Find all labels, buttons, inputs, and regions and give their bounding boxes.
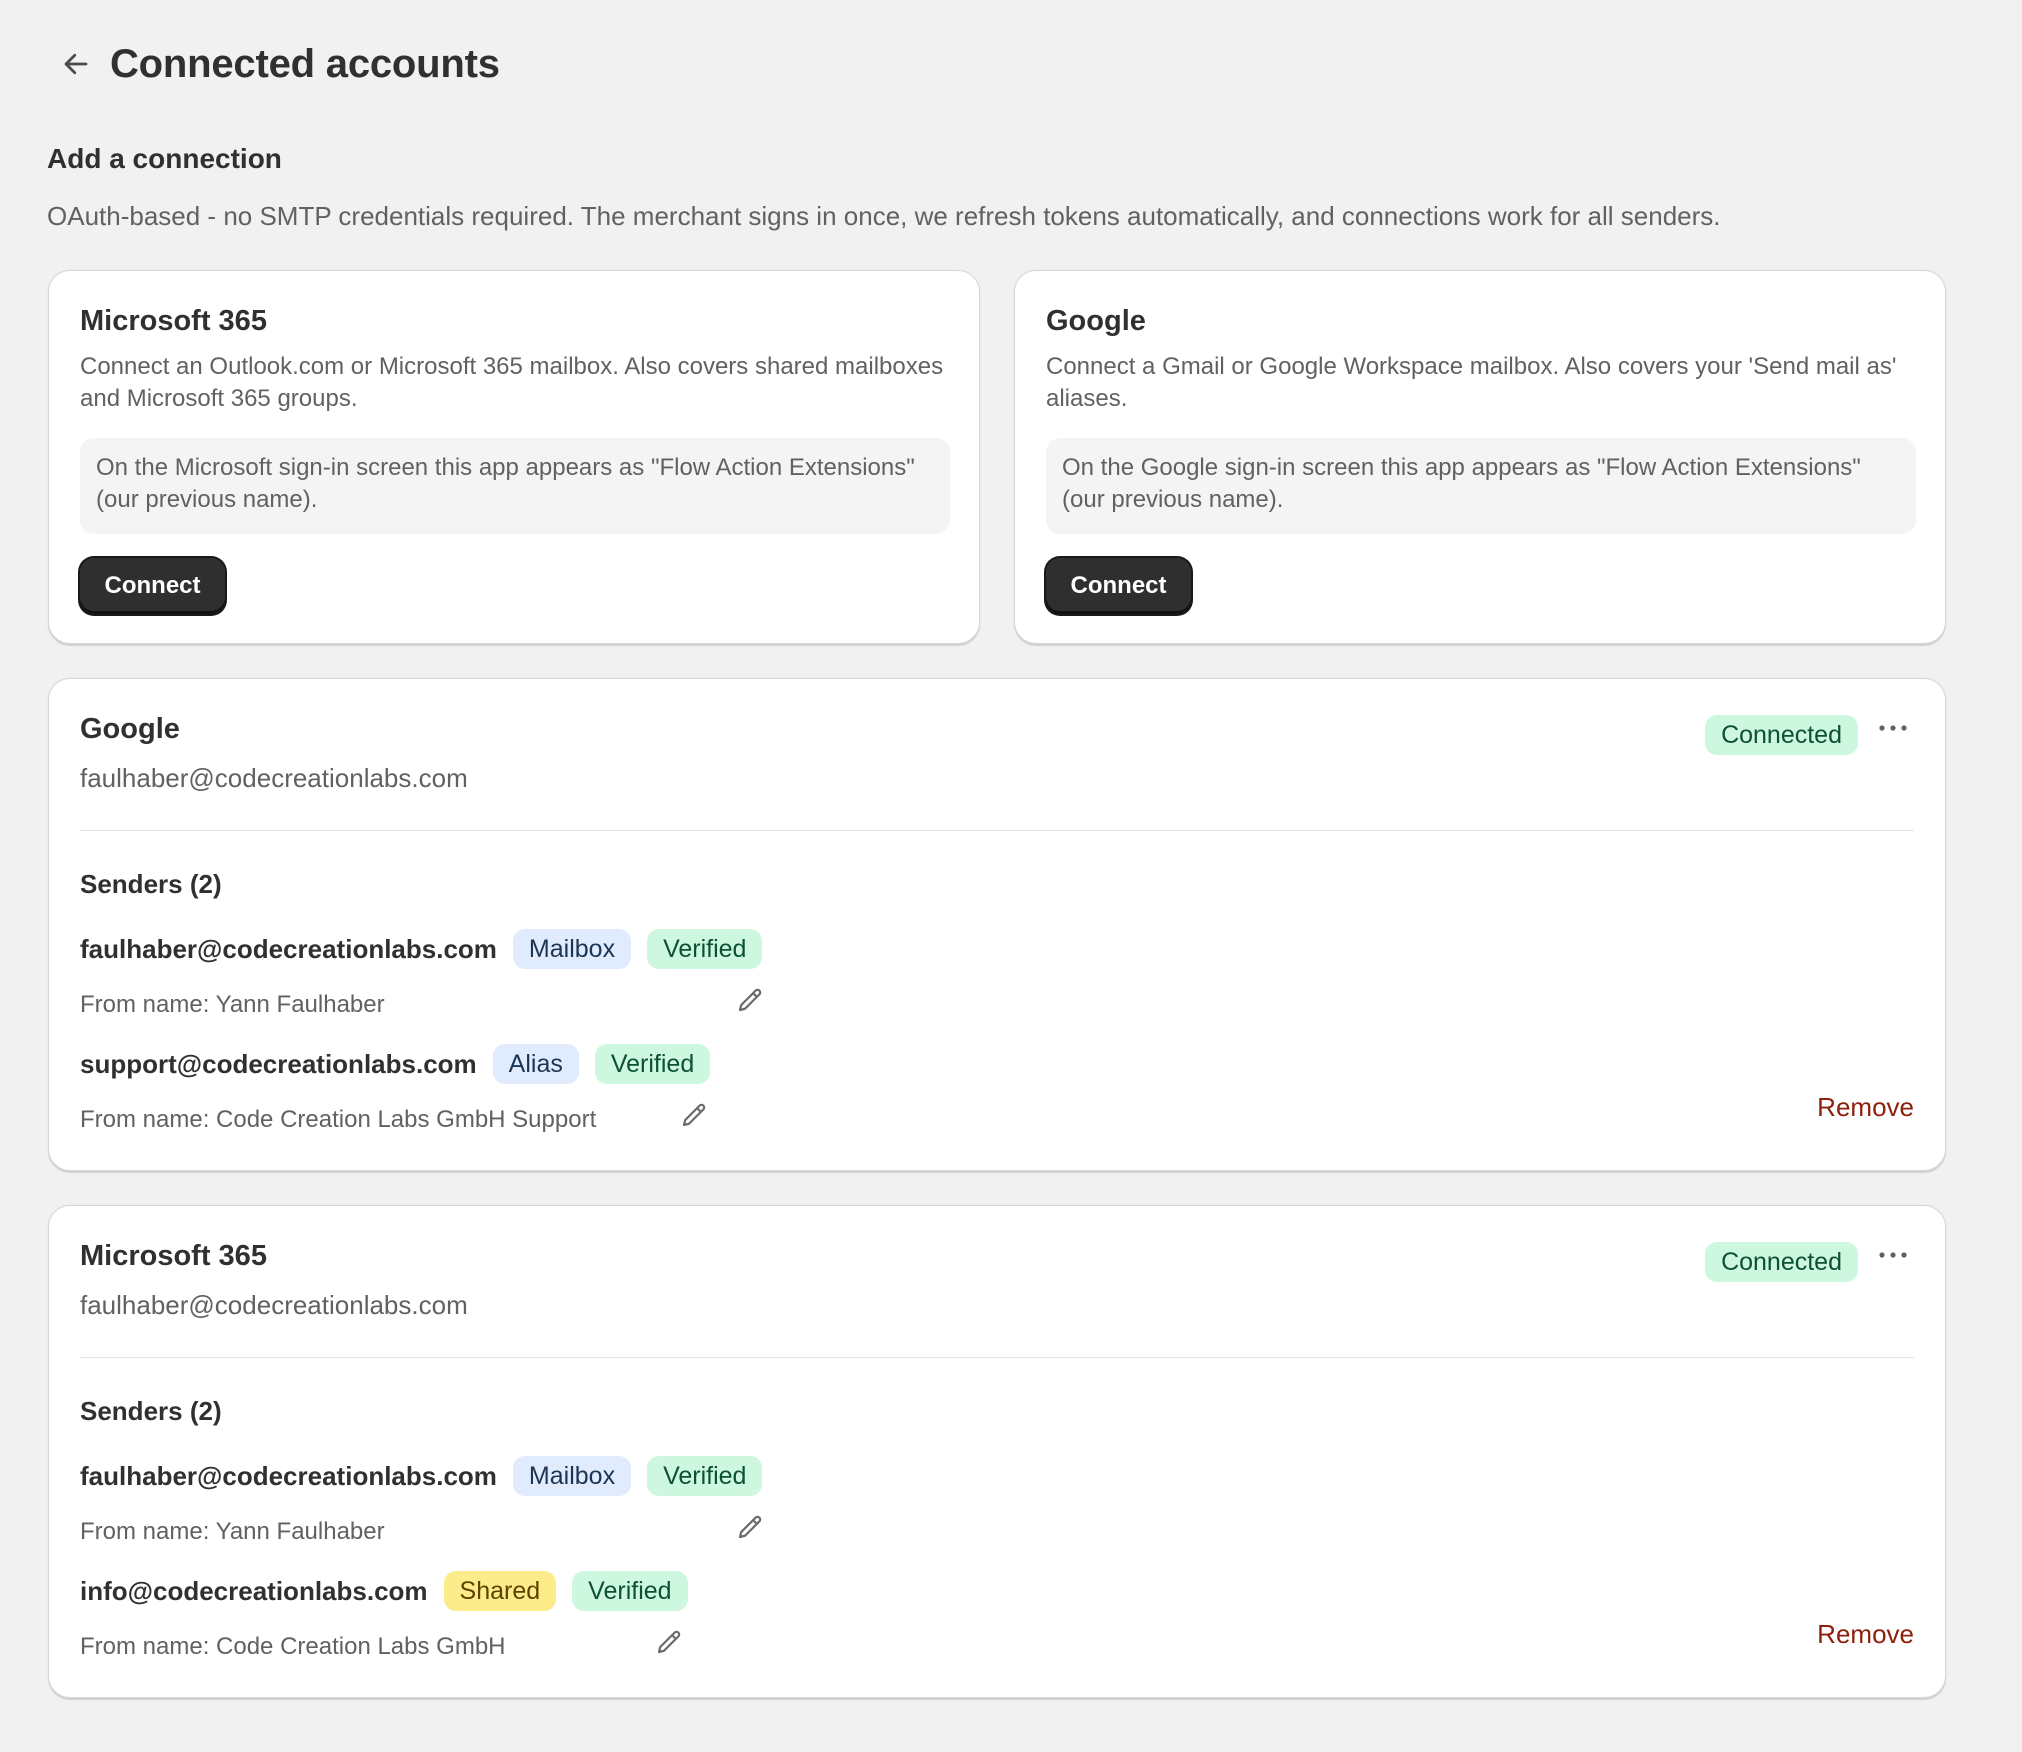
- add-connection-heading: Add a connection: [47, 143, 282, 174]
- sender-email: faulhaber@codecreationlabs.com: [80, 933, 497, 964]
- sender-from-name: From name: Code Creation Labs GmbH: [80, 1633, 506, 1660]
- pencil-icon: [657, 1630, 681, 1654]
- pencil-icon: [738, 1515, 762, 1539]
- divider: [80, 830, 1914, 831]
- provider-title: Microsoft 365: [80, 305, 267, 337]
- provider-card-microsoft: Microsoft 365 Connect an Outlook.com or …: [48, 270, 980, 644]
- verified-tag: Verified: [647, 1456, 763, 1496]
- sender-item: faulhaber@codecreationlabs.com Mailbox V…: [80, 1455, 778, 1545]
- provider-note: On the Google sign-in screen this app ap…: [1046, 438, 1916, 534]
- sender-email: faulhaber@codecreationlabs.com: [80, 1460, 497, 1491]
- back-button[interactable]: [54, 36, 98, 92]
- status-badge: Connected: [1705, 1242, 1858, 1282]
- more-horizontal-icon: [1879, 1252, 1907, 1258]
- remove-account-link[interactable]: Remove: [1817, 1619, 1914, 1650]
- provider-title: Google: [1046, 305, 1146, 337]
- page-header: Connected accounts: [54, 36, 500, 92]
- connect-microsoft-button[interactable]: Connect: [80, 558, 225, 614]
- provider-description: Connect an Outlook.com or Microsoft 365 …: [80, 353, 944, 412]
- remove-account-link[interactable]: Remove: [1817, 1092, 1914, 1123]
- divider: [80, 1357, 1914, 1358]
- sender-type-tag: Mailbox: [512, 1456, 632, 1496]
- sender-type-tag: Shared: [443, 1571, 557, 1611]
- verified-tag: Verified: [594, 1044, 711, 1084]
- provider-note: On the Microsoft sign-in screen this app…: [80, 438, 950, 534]
- sender-item: faulhaber@codecreationlabs.com Mailbox V…: [80, 928, 778, 1018]
- provider-description: Connect a Gmail or Google Workspace mail…: [1046, 353, 1897, 412]
- status-badge: Connected: [1705, 715, 1858, 755]
- page-title: Connected accounts: [110, 41, 500, 86]
- edit-from-name-button[interactable]: [730, 980, 770, 1020]
- add-connection-description: OAuth-based - no SMTP credentials requir…: [47, 201, 1721, 231]
- sender-item: info@codecreationlabs.com Shared Verifie…: [80, 1570, 704, 1660]
- pencil-icon: [738, 988, 762, 1012]
- senders-title: Senders (2): [80, 1396, 222, 1426]
- account-card-microsoft: Microsoft 365 faulhaber@codecreationlabs…: [48, 1205, 1946, 1698]
- edit-from-name-button[interactable]: [730, 1507, 770, 1547]
- account-email: faulhaber@codecreationlabs.com: [80, 1290, 468, 1320]
- connected-accounts-page: Connected accounts Add a connection OAut…: [0, 0, 2022, 1752]
- pencil-icon: [682, 1103, 706, 1127]
- connect-google-button[interactable]: Connect: [1046, 558, 1191, 614]
- edit-from-name-button[interactable]: [674, 1095, 714, 1135]
- account-provider: Google: [80, 713, 180, 745]
- sender-type-tag: Mailbox: [512, 929, 632, 969]
- account-card-google: Google faulhaber@codecreationlabs.com Co…: [48, 678, 1946, 1171]
- verified-tag: Verified: [647, 929, 763, 969]
- sender-item: support@codecreationlabs.com Alias Verif…: [80, 1043, 726, 1133]
- more-actions-button[interactable]: [1871, 711, 1915, 745]
- sender-email: support@codecreationlabs.com: [80, 1048, 477, 1079]
- sender-from-name: From name: Yann Faulhaber: [80, 1518, 385, 1545]
- provider-card-google: Google Connect a Gmail or Google Workspa…: [1014, 270, 1946, 644]
- verified-tag: Verified: [572, 1571, 688, 1611]
- account-provider: Microsoft 365: [80, 1240, 267, 1272]
- edit-from-name-button[interactable]: [649, 1622, 689, 1662]
- sender-email: info@codecreationlabs.com: [80, 1575, 428, 1606]
- arrow-left-icon: [64, 53, 88, 75]
- sender-from-name: From name: Code Creation Labs GmbH Suppo…: [80, 1106, 597, 1133]
- sender-type-tag: Alias: [492, 1044, 579, 1084]
- more-actions-button[interactable]: [1871, 1238, 1915, 1272]
- account-email: faulhaber@codecreationlabs.com: [80, 763, 468, 793]
- more-horizontal-icon: [1879, 725, 1907, 731]
- sender-from-name: From name: Yann Faulhaber: [80, 991, 385, 1018]
- senders-title: Senders (2): [80, 869, 222, 899]
